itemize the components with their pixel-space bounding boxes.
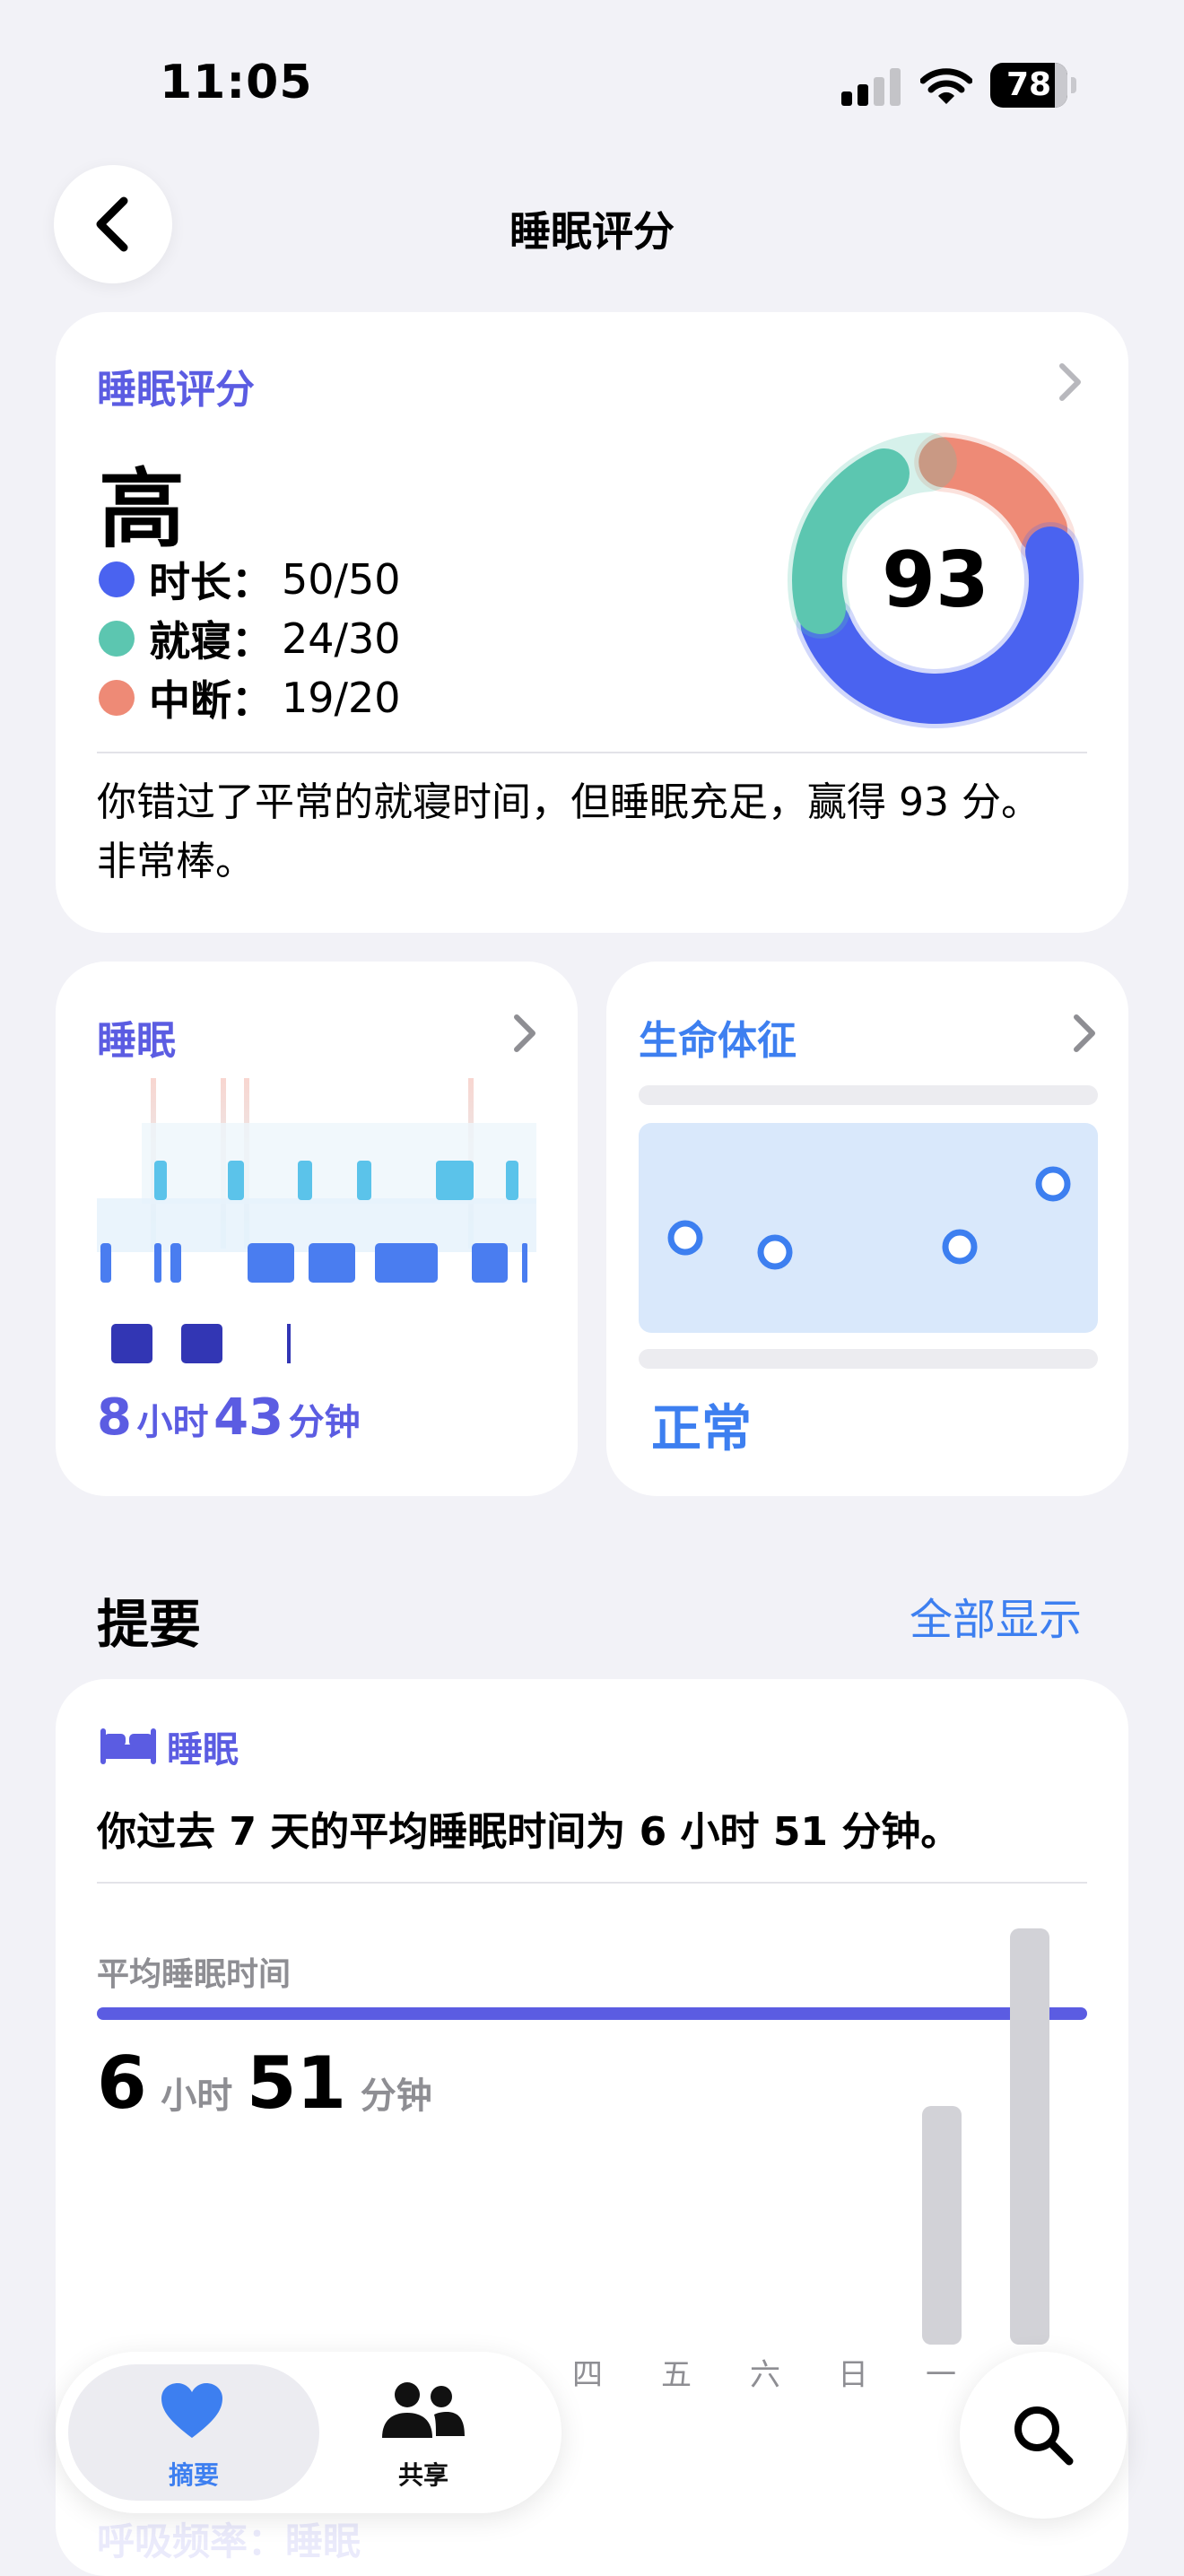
avg-hours: 6: [97, 2041, 147, 2125]
cellular-signal-icon: [841, 68, 901, 106]
tab-summary-label: 摘要: [168, 2460, 219, 2490]
sleep-hours: 8: [97, 1388, 132, 1447]
battery-level: 78: [1006, 66, 1052, 103]
duration-dot: [99, 561, 135, 597]
avg-minutes: 51: [246, 2041, 347, 2125]
daily-bar: [1010, 1928, 1049, 2345]
sleep-stages-chart: [97, 1078, 536, 1363]
tab-sharing-label: 共享: [397, 2460, 448, 2490]
sleep-minutes-unit: 分钟: [288, 1402, 361, 1443]
vitals-card-label: 生命体征: [639, 1018, 797, 1064]
score-rating: 高: [99, 459, 185, 560]
interruptions-dot: [99, 680, 135, 716]
day-label: 一: [926, 2357, 956, 2393]
section-title-highlights: 提要: [97, 1594, 202, 1655]
battery-indicator: 78: [990, 63, 1076, 108]
avg-hours-unit: 小时: [161, 2076, 233, 2117]
bed-icon: [100, 1728, 156, 1764]
score-value: 93: [882, 535, 989, 625]
day-label: 五: [661, 2357, 692, 2393]
legend-value: 24/30: [282, 614, 401, 663]
score-ring-segment: [792, 448, 910, 634]
heart-icon: [161, 2383, 222, 2438]
legend-bedtime: 就寝： 24/30: [99, 612, 401, 666]
status-time: 11:05: [160, 56, 313, 109]
wifi-icon: [920, 68, 972, 104]
legend-interruptions: 中断： 19/20: [99, 671, 401, 725]
show-all-link[interactable]: 全部显示: [910, 1584, 1082, 1647]
chevron-right-icon: [1059, 363, 1081, 401]
vitals-chart: [639, 1085, 1098, 1369]
chevron-right-icon: [1074, 1014, 1095, 1052]
sleep-card-label: 睡眠: [97, 1018, 176, 1064]
score-ring-chart: 93: [788, 432, 1084, 728]
highlight-text: 你过去 7 天的平均睡眠时间为 6 小时 51 分钟。: [97, 1809, 961, 1855]
divider: [97, 1882, 1087, 1884]
divider: [97, 752, 1087, 753]
score-description: 你错过了平常的就寝时间，但睡眠充足，赢得 93 分。非常棒。: [97, 779, 1040, 884]
page-title: 睡眠评分: [509, 207, 675, 256]
legend-name: 中断：: [149, 676, 273, 725]
average-value: 6 小时 51 分钟: [97, 2041, 441, 2125]
avg-minutes-unit: 分钟: [360, 2076, 432, 2117]
chevron-right-icon: [514, 1014, 535, 1052]
bedtime-dot: [99, 621, 135, 657]
legend-name: 就寝：: [149, 617, 273, 666]
day-label: 四: [572, 2357, 603, 2393]
people-icon: [382, 2382, 465, 2438]
search-button[interactable]: [960, 2352, 1127, 2519]
next-card-peek: 呼吸频率：睡眠: [97, 2519, 361, 2563]
score-ring-segment: [918, 437, 1068, 554]
sleep-minutes: 43: [213, 1388, 284, 1447]
highlight-card-header: 睡眠: [100, 1720, 239, 1772]
sleep-hours-unit: 小时: [136, 1402, 209, 1443]
search-icon: [1014, 2406, 1074, 2466]
day-label: 六: [750, 2357, 780, 2393]
sleep-total-duration: 8 小时 43 分钟: [97, 1388, 361, 1447]
daily-bar: [922, 2106, 962, 2345]
vitals-status: 正常: [651, 1400, 752, 1458]
legend-duration: 时长： 50/50: [99, 553, 401, 606]
average-label: 平均睡眠时间: [97, 1956, 292, 1993]
legend-value: 19/20: [282, 674, 401, 722]
legend-value: 50/50: [282, 555, 401, 604]
legend-name: 时长：: [149, 558, 273, 606]
day-label: 日: [838, 2357, 868, 2393]
score-card-label: 睡眠评分: [97, 367, 255, 413]
average-line: [97, 2007, 1087, 2020]
highlight-category: 睡眠: [167, 1729, 239, 1771]
